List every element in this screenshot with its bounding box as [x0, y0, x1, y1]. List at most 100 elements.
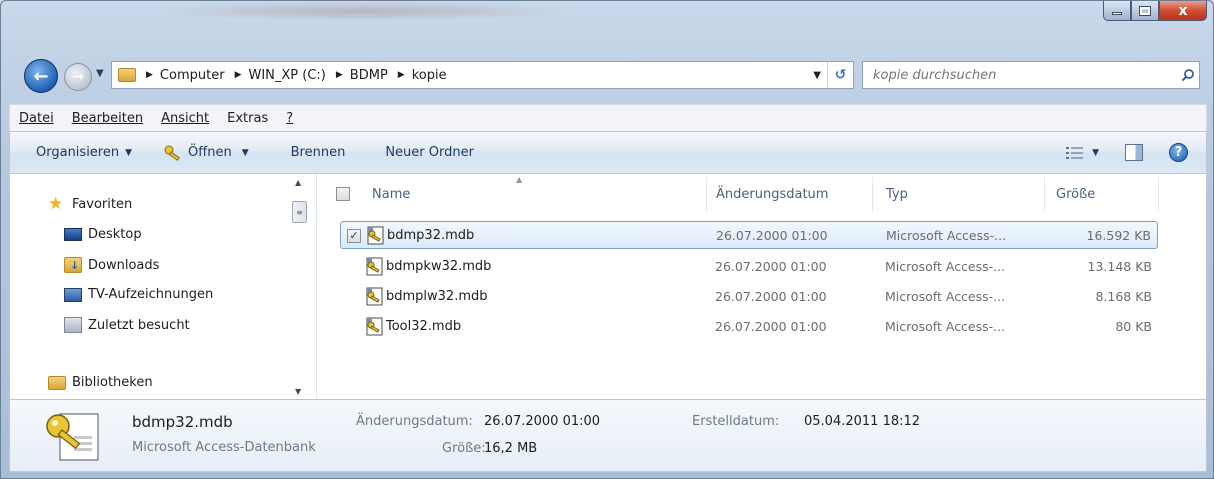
details-size-value: 16,2 MB [484, 441, 538, 456]
column-header-name[interactable]: Name [372, 174, 410, 214]
new-folder-label: Neuer Ordner [385, 145, 474, 160]
column-divider[interactable] [1044, 177, 1045, 211]
access-database-icon [364, 316, 384, 340]
column-divider[interactable] [872, 177, 873, 211]
select-all-header[interactable] [336, 174, 350, 214]
file-name[interactable]: bdmplw32.mdb [386, 289, 488, 304]
column-header-type[interactable]: Typ [886, 174, 908, 214]
select-all-checkbox[interactable] [336, 187, 350, 201]
breadcrumb-separator-icon[interactable]: ▶ [336, 70, 343, 80]
nav-item-label: TV-Aufzeichnungen [88, 287, 214, 302]
access-database-large-icon [44, 408, 104, 464]
navigation-scrollbar[interactable]: ▲ ≡ ▼ [291, 178, 308, 398]
file-name[interactable]: Tool32.mdb [386, 319, 461, 334]
chevron-down-icon: ▼ [1092, 147, 1099, 158]
command-bar: Organisieren ▼ Öffnen ▼ Brennen Neuer Or… [9, 131, 1207, 174]
chevron-down-icon: ▼ [241, 147, 249, 158]
open-button[interactable]: Öffnen ▼ [164, 145, 249, 161]
nav-item-recent[interactable]: Zuletzt besucht [64, 317, 190, 333]
file-row[interactable]: Tool32.mdb 26.07.2000 01:00 Microsoft Ac… [340, 313, 1158, 341]
refresh-button[interactable]: ↺ [827, 62, 853, 88]
file-date: 26.07.2000 01:00 [715, 319, 827, 334]
preview-pane-button[interactable] [1125, 144, 1143, 161]
file-name[interactable]: bdmp32.mdb [387, 228, 474, 243]
column-divider[interactable] [1158, 177, 1159, 211]
burn-button[interactable]: Brennen [291, 145, 346, 160]
address-history-dropdown[interactable]: ▼ [813, 70, 821, 81]
nav-item-desktop[interactable]: Desktop [64, 227, 142, 242]
close-button[interactable]: x [1159, 1, 1207, 21]
change-view-button[interactable]: ▼ [1066, 146, 1099, 160]
breadcrumb-bdmp[interactable]: BDMP [350, 68, 388, 83]
file-list: Name ▲ Änderungsdatum Typ Größe ✓ bdmp32… [326, 174, 1206, 399]
breadcrumb: ▶ WIN_XP (C:) [235, 68, 326, 83]
back-arrow-icon: ← [33, 65, 49, 87]
menu-extras[interactable]: Extras [218, 111, 277, 126]
nav-favorites[interactable]: ★ Favoriten [48, 196, 132, 213]
minimize-button[interactable] [1103, 1, 1131, 21]
column-divider[interactable] [706, 177, 707, 211]
breadcrumb-kopie[interactable]: kopie [412, 68, 447, 83]
breadcrumb-drive[interactable]: WIN_XP (C:) [248, 68, 325, 83]
breadcrumb-computer[interactable]: Computer [160, 68, 225, 83]
forward-button[interactable]: → [64, 63, 92, 91]
file-row[interactable]: ✓ bdmp32.mdb 26.07.2000 01:00 Microsoft … [340, 221, 1158, 249]
nav-item-label: Zuletzt besucht [88, 317, 190, 333]
organize-button[interactable]: Organisieren ▼ [36, 145, 132, 160]
menu-bearbeiten[interactable]: Bearbeiten [63, 111, 152, 126]
folder-icon [118, 68, 136, 82]
menu-help[interactable]: ? [277, 111, 302, 126]
breadcrumb-separator-icon[interactable]: ▶ [146, 70, 153, 80]
main-content: ★ Favoriten Desktop ↓ Downloads TV-Aufze… [9, 174, 1207, 399]
menu-bar: Datei Bearbeiten Ansicht Extras ? [9, 104, 1207, 131]
address-bar[interactable]: ▶ Computer ▶ WIN_XP (C:) ▶ BDMP ▶ kopie … [111, 61, 854, 89]
search-icon[interactable] [1177, 68, 1199, 82]
burn-label: Brennen [290, 145, 346, 160]
details-modified-label: Änderungsdatum: [356, 414, 473, 429]
file-row[interactable]: bdmplw32.mdb 26.07.2000 01:00 Microsoft … [340, 283, 1158, 311]
column-header-size[interactable]: Größe [1056, 174, 1095, 214]
title-bar[interactable]: x [1, 1, 1213, 46]
file-type: Microsoft Access-... [886, 228, 1007, 243]
menu-ansicht[interactable]: Ansicht [152, 111, 218, 126]
minimize-icon [1112, 12, 1122, 15]
nav-item-tv-recordings[interactable]: TV-Aufzeichnungen [64, 287, 213, 302]
details-filename: bdmp32.mdb [132, 413, 233, 431]
new-folder-button[interactable]: Neuer Ordner [385, 145, 474, 160]
nav-item-label: Desktop [88, 227, 142, 242]
recent-pages-dropdown[interactable]: ▼ [96, 68, 104, 79]
nav-libraries-label: Bibliotheken [72, 375, 153, 390]
menu-label: Ansicht [161, 110, 210, 126]
access-database-icon [364, 286, 384, 310]
row-checkbox[interactable]: ✓ [347, 228, 361, 243]
scroll-thumb[interactable]: ≡ [292, 201, 307, 223]
scroll-down-icon[interactable]: ▼ [295, 387, 301, 396]
file-row[interactable]: bdmpkw32.mdb 26.07.2000 01:00 Microsoft … [340, 253, 1158, 281]
downloads-folder-icon: ↓ [64, 257, 82, 273]
scroll-up-icon[interactable]: ▲ [295, 178, 301, 187]
back-button[interactable]: ← [24, 59, 58, 93]
menu-label: Datei [19, 110, 54, 126]
nav-item-downloads[interactable]: ↓ Downloads [64, 257, 159, 273]
file-date: 26.07.2000 01:00 [715, 289, 827, 304]
file-size: 8.168 KB [1095, 289, 1152, 304]
search-box[interactable] [862, 61, 1200, 89]
help-icon[interactable]: ? [1169, 143, 1188, 162]
breadcrumb-separator-icon[interactable]: ▶ [398, 70, 405, 80]
search-input[interactable] [873, 67, 1177, 83]
key-icon [164, 145, 182, 161]
file-size: 80 KB [1115, 319, 1152, 334]
maximize-button[interactable] [1131, 1, 1159, 21]
menu-datei[interactable]: Datei [10, 111, 63, 126]
file-size: 16.592 KB [1086, 228, 1151, 243]
column-header-date[interactable]: Änderungsdatum [716, 174, 828, 214]
details-created-label: Erstelldatum: [692, 414, 780, 429]
checked-checkbox[interactable]: ✓ [347, 228, 361, 243]
pane-splitter[interactable] [316, 174, 317, 399]
tv-icon [64, 287, 82, 302]
file-size: 13.148 KB [1087, 259, 1152, 274]
close-icon: x [1178, 2, 1188, 19]
file-name[interactable]: bdmpkw32.mdb [386, 259, 491, 274]
nav-libraries[interactable]: Bibliotheken [48, 375, 153, 390]
breadcrumb-separator-icon[interactable]: ▶ [235, 70, 242, 80]
